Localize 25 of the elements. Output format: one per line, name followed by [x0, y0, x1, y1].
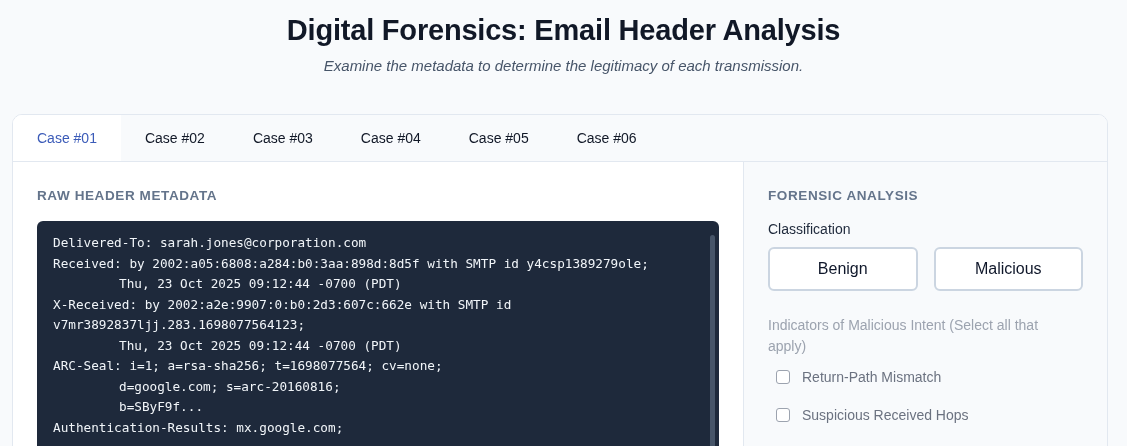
page-title: Digital Forensics: Email Header Analysis — [286, 14, 841, 47]
header-line: Received: by 2002:a05:6808:a284:b0:3aa:898d:8d5f with SMTP id y4csp1389279ole; — [53, 254, 650, 273]
case-tab[interactable]: Case #01 — [13, 115, 121, 161]
case-tab[interactable]: Case #06 — [552, 115, 661, 161]
case-tab[interactable]: Case #03 — [228, 115, 337, 161]
page-subtitle: Examine the metadata to determine the legitimacy of each transmission. — [323, 57, 804, 74]
header-line: ARC-Seal: i=1; a=rsa-sha256; t=1698077564; cv=none; — [53, 357, 444, 375]
header-line: v7mr3892837ljj.283.1698077564123; — [53, 316, 307, 334]
case-tab[interactable]: Case #05 — [444, 115, 553, 161]
header-line: Thu, 23 Oct 2025 09:12:44 -0700 (PDT) — [118, 275, 403, 293]
field-label: Indicators of Malicious Intent (Select all that apply) — [768, 316, 1040, 356]
header-line: X-Received: by 2002:a2e:9907:0:b0:2d3:607c:662e with SMTP id — [53, 295, 513, 314]
field-label: Classification — [768, 221, 852, 237]
header-line: d=google.com; s=arc-20160816; — [118, 377, 342, 396]
scrollbar-thumb[interactable] — [710, 235, 715, 446]
header-line: Delivered-To: sarah.jones@corporation.com — [53, 234, 368, 252]
section-heading: FORENSIC ANALYSIS — [768, 188, 920, 203]
classification-button[interactable]: Benign — [768, 247, 918, 291]
classification-button[interactable]: Malicious — [933, 247, 1083, 291]
header-line: b=SByF9f... — [118, 398, 205, 416]
case-tab[interactable]: Case #04 — [336, 115, 445, 161]
case-tab[interactable]: Case #02 — [120, 115, 229, 161]
header-line: Authentication-Results: mx.google.com; — [53, 418, 345, 437]
header-line: Thu, 23 Oct 2025 09:12:44 -0700 (PDT) — [118, 336, 403, 355]
section-heading: RAW HEADER METADATA — [37, 188, 219, 203]
